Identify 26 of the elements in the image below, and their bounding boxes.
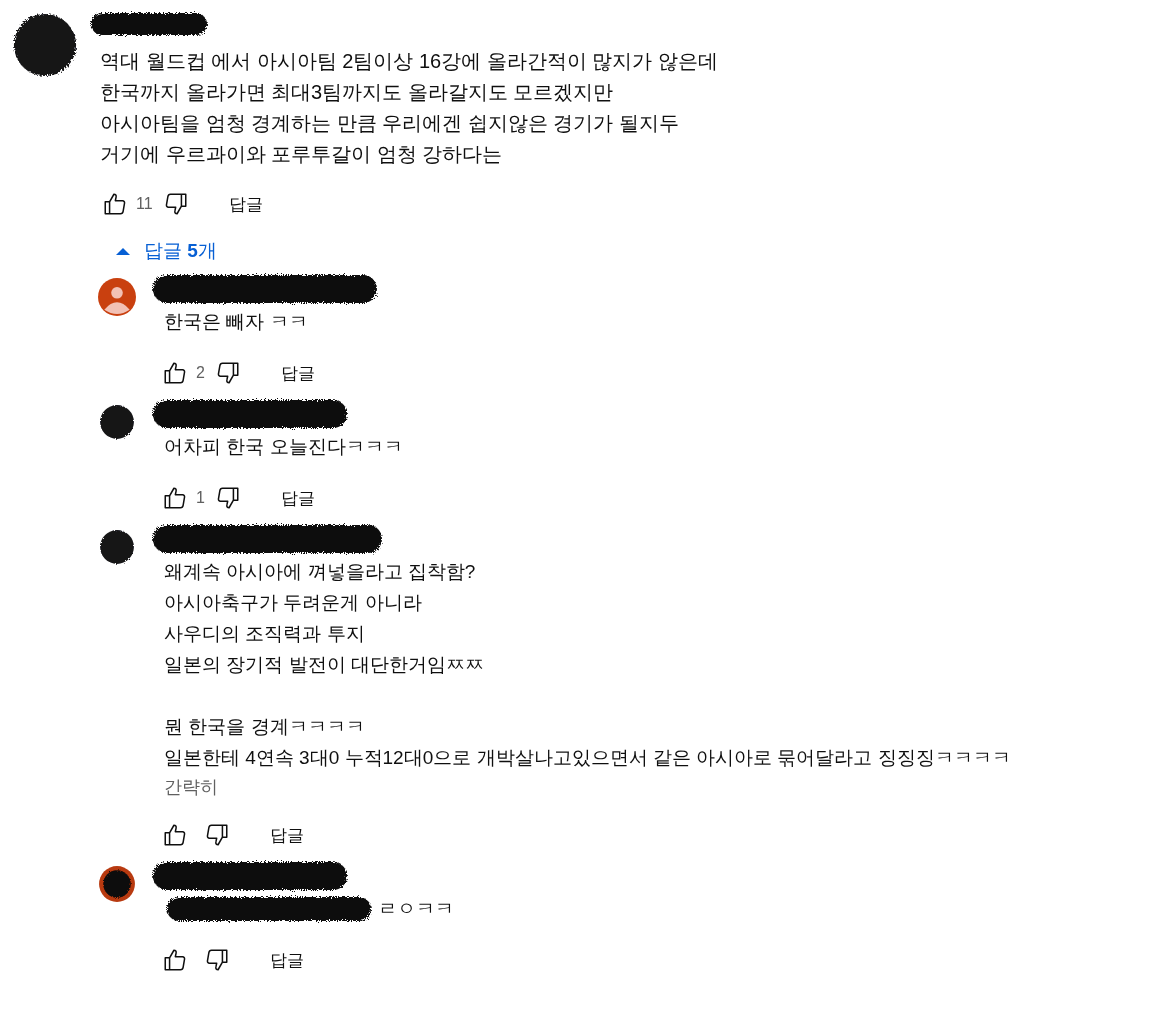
- avatar-icon[interactable]: [98, 528, 136, 566]
- caret-up-icon: [114, 246, 132, 256]
- reply-button[interactable]: 답글: [272, 480, 323, 516]
- reply-text: 왜계속 아시아에 껴넣을라고 집착함? 아시아축구가 두려운게 아니라 사우디의 조직력과 투지 일본의 장기적 발전이 대단한거임ㅉㅉ 뭔 한국을 경계ㅋㅋㅋㅋ 일본한테 4연속 3대0 누적12대0으로 개박살나고있으면서 같은 아시아로 묶어달라고 징징징ㅋㅋㅋㅋ: [164, 560, 1011, 770]
- reply-button[interactable]: 답글: [262, 817, 312, 853]
- like-count: 1: [196, 489, 205, 507]
- thumbs-down-icon: [204, 947, 230, 973]
- show-less-link[interactable]: 간략히: [164, 775, 218, 799]
- thumbs-up-icon: [102, 191, 128, 217]
- thumbs-up-icon: [162, 947, 188, 973]
- reply-button[interactable]: 답글: [262, 942, 312, 978]
- reply-text: 어차피 한국 오늘진다ㅋㅋㅋ: [164, 435, 403, 459]
- like-count: 11: [136, 195, 153, 213]
- avatar-icon[interactable]: [98, 865, 136, 903]
- reply-button[interactable]: 답글: [220, 186, 271, 222]
- comment-text: 역대 월드컵 에서 아시아팀 2팀이상 16강에 올라간적이 많지가 않은데 한국까지 올라가면 최대3팀까지도 올라갈지도 모르겠지만 아시아팀을 엄청 경계하는 만큼 우리에겐 쉽지않은 경기가 될지두 거기에 우르과이와 포루투갈이 엄청 강하다는: [100, 49, 718, 167]
- reply-text: ㄹㅇㅋㅋ: [378, 897, 454, 921]
- replies-toggle[interactable]: 답글 5개: [106, 232, 225, 270]
- like-count: 2: [196, 364, 205, 382]
- thumbs-up-icon: [162, 822, 188, 848]
- thumbs-up-icon: [162, 360, 188, 386]
- avatar-icon[interactable]: [98, 403, 136, 441]
- reply-text: 한국은 빼자 ㅋㅋ: [164, 310, 308, 334]
- reply-button[interactable]: 답글: [272, 355, 323, 391]
- thumbs-down-icon: [204, 822, 230, 848]
- thumbs-up-icon: [162, 485, 188, 511]
